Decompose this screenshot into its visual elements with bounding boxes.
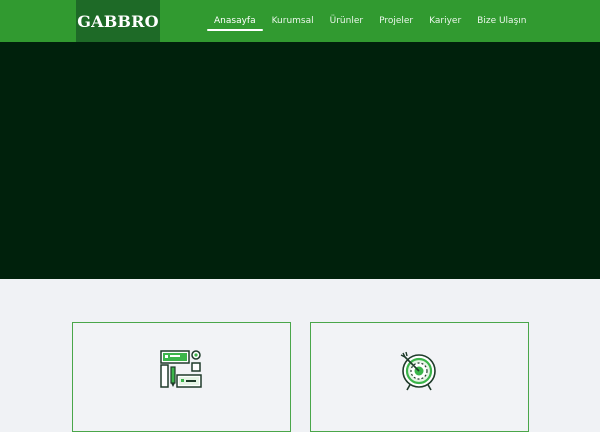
target-icon [400,351,436,391]
design-tools-icon [160,350,202,388]
nav-item-kurumsal[interactable]: Kurumsal [264,0,322,42]
main-nav: Anasayfa Kurumsal Ürünler Projeler Kariy… [206,0,534,42]
feature-card-design[interactable] [72,322,291,432]
logo[interactable]: GABBRO [76,0,160,42]
feature-card-target[interactable] [310,322,529,432]
site-header: GABBRO Anasayfa Kurumsal Ürünler Projele… [0,0,600,42]
hero-banner [0,42,600,279]
nav-item-urunler[interactable]: Ürünler [322,0,371,42]
nav-item-bize-ulasin[interactable]: Bize Ulaşın [469,0,534,42]
nav-item-projeler[interactable]: Projeler [371,0,421,42]
logo-text: GABBRO [77,11,159,31]
nav-item-anasayfa[interactable]: Anasayfa [206,0,264,42]
nav-item-kariyer[interactable]: Kariyer [421,0,469,42]
